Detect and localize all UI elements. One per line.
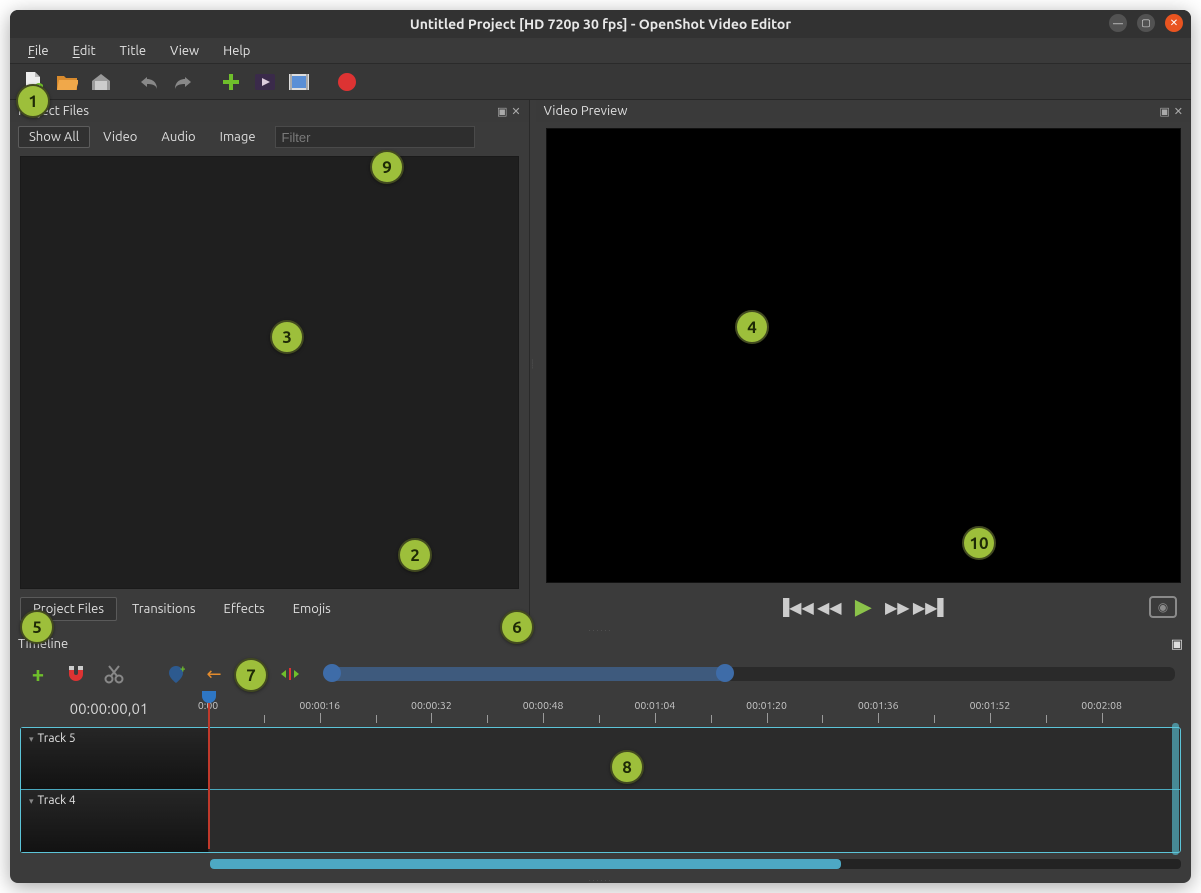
video-preview-area[interactable]	[546, 128, 1181, 583]
tab-project-files[interactable]: Project Files	[20, 597, 117, 621]
timeline-title: Timeline	[18, 637, 68, 651]
center-playhead-button[interactable]	[278, 662, 302, 686]
jump-end-button[interactable]: ▶▶▌	[918, 594, 944, 620]
razor-button[interactable]	[102, 662, 126, 686]
title-bar: Untitled Project [HD 720p 30 fps] - Open…	[10, 10, 1191, 38]
next-marker-button[interactable]: →	[240, 662, 264, 686]
snapping-button[interactable]	[64, 662, 88, 686]
close-button[interactable]	[1165, 14, 1183, 32]
redo-button[interactable]	[170, 69, 196, 95]
timeline-panel: Timeline ▣ + + ← →	[10, 633, 1191, 883]
open-project-button[interactable]	[54, 69, 80, 95]
play-button[interactable]: ▶	[850, 594, 876, 620]
tick-label: 00:01:36	[858, 699, 899, 711]
track-row[interactable]: ▾ Track 4	[21, 790, 1180, 852]
import-files-button[interactable]	[218, 69, 244, 95]
filter-input[interactable]	[275, 126, 475, 148]
horizontal-scrollbar[interactable]	[210, 859, 1181, 869]
track-label: Track 5	[38, 732, 76, 745]
project-files-title: Project Files	[18, 104, 89, 118]
fullscreen-button[interactable]	[286, 69, 312, 95]
playback-controls: ▐◀◀ ◀◀ ▶ ▶▶ ▶▶▌ ◉	[536, 587, 1191, 627]
track-row[interactable]: ▾ Track 5	[21, 728, 1180, 790]
export-video-button[interactable]	[334, 69, 360, 95]
menu-file[interactable]: File	[18, 42, 59, 60]
track-body[interactable]	[209, 790, 1180, 852]
playhead[interactable]	[208, 693, 210, 849]
close-preview-icon[interactable]: ✕	[1174, 105, 1183, 118]
track-body[interactable]	[209, 728, 1180, 789]
maximize-button[interactable]	[1137, 14, 1155, 32]
filter-image[interactable]: Image	[209, 126, 267, 148]
rewind-button[interactable]: ◀◀	[816, 594, 842, 620]
track-label: Track 4	[38, 794, 76, 807]
undock-timeline-icon[interactable]: ▣	[1171, 637, 1183, 651]
tick-label: 00:00:16	[299, 699, 340, 711]
tick-label: 00:02:08	[1081, 699, 1122, 711]
svg-text:+: +	[180, 664, 185, 674]
track-header[interactable]: ▾ Track 5	[21, 728, 209, 789]
tab-transitions[interactable]: Transitions	[119, 597, 209, 621]
zoom-slider[interactable]	[326, 667, 1175, 681]
tick-label: 00:00:32	[411, 699, 452, 711]
vertical-scrollbar[interactable]	[1172, 723, 1179, 855]
tab-effects[interactable]: Effects	[211, 597, 278, 621]
menu-edit[interactable]: Edit	[63, 42, 106, 60]
timeline-ruler[interactable]: 00:00:00,01 0:0000:00:1600:00:3200:00:48…	[10, 693, 1191, 723]
add-marker-button[interactable]: +	[164, 662, 188, 686]
bottom-tabs: Project Files Transitions Effects Emojis	[10, 593, 529, 627]
filter-show-all[interactable]: Show All	[18, 126, 90, 148]
save-project-button[interactable]	[88, 69, 114, 95]
zoom-handle-right[interactable]	[716, 664, 734, 682]
tick-label: 00:01:52	[970, 699, 1011, 711]
menu-title[interactable]: Title	[110, 42, 156, 60]
jump-start-button[interactable]: ▐◀◀	[782, 594, 808, 620]
tab-emojis[interactable]: Emojis	[280, 597, 344, 621]
video-preview-title: Video Preview	[544, 104, 628, 118]
fast-forward-button[interactable]: ▶▶	[884, 594, 910, 620]
app-window: Untitled Project [HD 720p 30 fps] - Open…	[10, 10, 1191, 883]
main-toolbar	[10, 64, 1191, 100]
tick-label: 00:01:20	[746, 699, 787, 711]
undo-button[interactable]	[136, 69, 162, 95]
tick-label: 00:01:04	[634, 699, 675, 711]
choose-profile-button[interactable]	[252, 69, 278, 95]
menu-help[interactable]: Help	[213, 42, 260, 60]
track-header[interactable]: ▾ Track 4	[21, 790, 209, 852]
chevron-down-icon[interactable]: ▾	[29, 734, 34, 745]
zoom-handle-left[interactable]	[323, 664, 341, 682]
snapshot-button[interactable]: ◉	[1149, 596, 1177, 618]
filter-video[interactable]: Video	[92, 126, 148, 148]
tracks-container: ▾ Track 5 ▾ Track 4	[20, 727, 1181, 853]
add-track-button[interactable]: +	[26, 662, 50, 686]
filter-audio[interactable]: Audio	[150, 126, 206, 148]
close-panel-icon[interactable]: ✕	[511, 105, 520, 118]
video-preview-panel: Video Preview ▣ ✕ ▐◀◀ ◀◀ ▶ ▶▶ ▶▶▌ ◉	[536, 100, 1191, 627]
menu-bar: File Edit Title View Help	[10, 38, 1191, 64]
bottom-handle[interactable]	[10, 877, 1191, 883]
previous-marker-button[interactable]: ←	[202, 662, 226, 686]
undock-preview-icon[interactable]: ▣	[1159, 105, 1169, 118]
project-files-panel: Project Files ▣ ✕ Show All Video Audio I…	[10, 100, 530, 627]
minimize-button[interactable]	[1109, 14, 1127, 32]
undock-icon[interactable]: ▣	[497, 105, 507, 118]
project-files-area[interactable]	[20, 156, 519, 589]
filter-bar: Show All Video Audio Image	[10, 122, 529, 152]
new-project-button[interactable]	[20, 69, 46, 95]
tick-label: 00:00:48	[523, 699, 564, 711]
chevron-down-icon[interactable]: ▾	[29, 796, 34, 807]
time-display: 00:00:00,01	[10, 693, 208, 723]
window-controls	[1109, 14, 1183, 32]
window-title: Untitled Project [HD 720p 30 fps] - Open…	[410, 16, 791, 32]
timeline-toolbar: + + ← →	[10, 655, 1191, 693]
menu-view[interactable]: View	[160, 42, 209, 60]
